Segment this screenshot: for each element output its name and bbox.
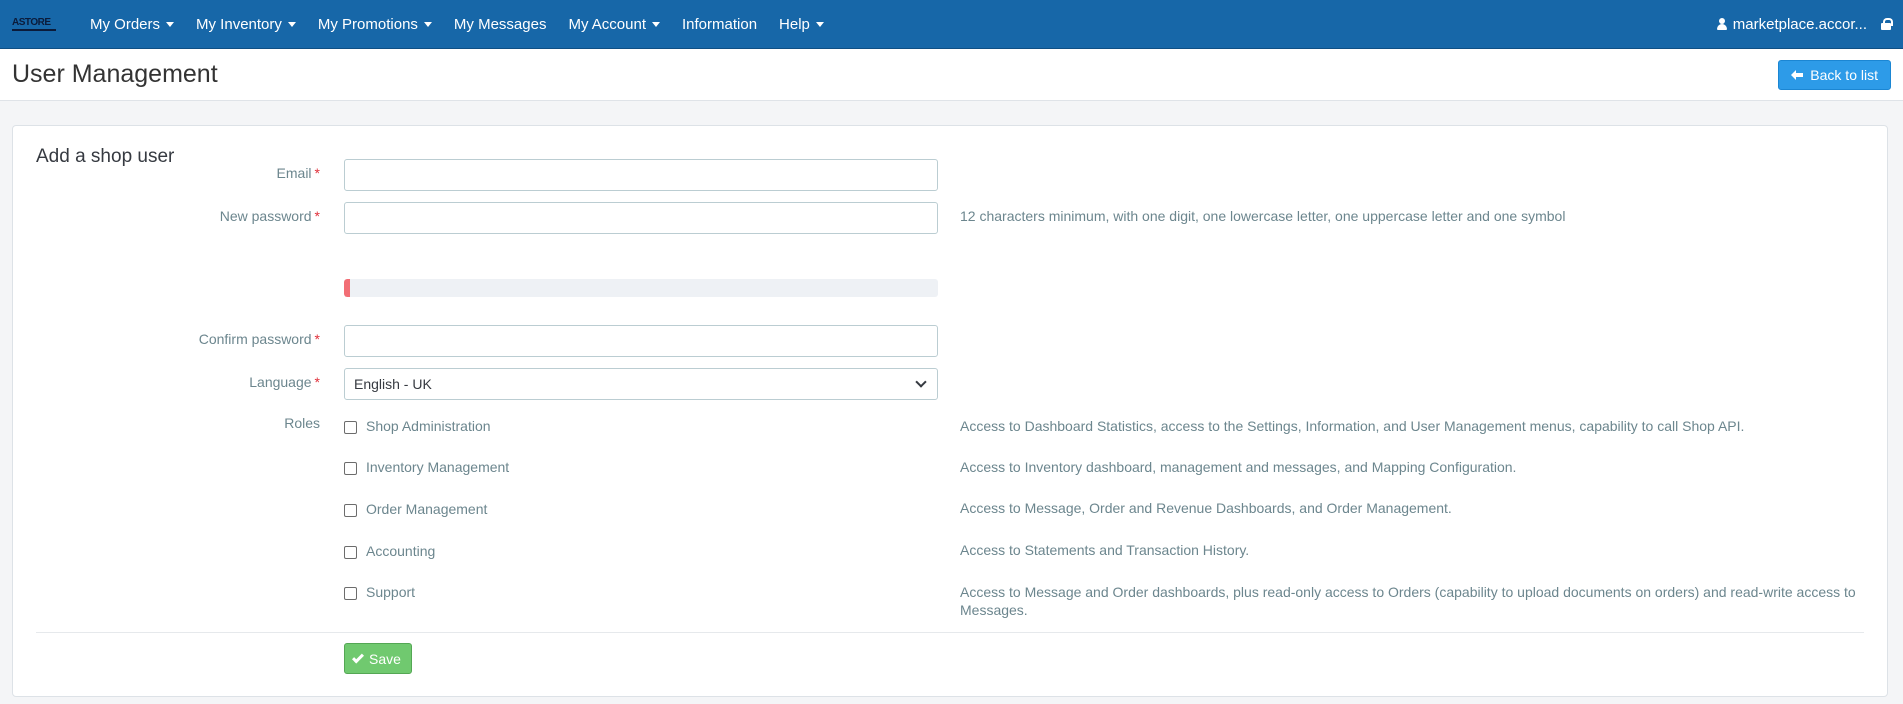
caret-down-icon [166,21,175,27]
nav-item-label: My Orders [90,15,161,33]
confirm-password-label: Confirm password * [198,331,320,347]
role-accounting: Accounting [344,543,435,559]
role-checkbox[interactable] [344,503,357,517]
role-name: Order Management [366,501,488,517]
password-strength-fill [344,279,350,297]
role-description: Access to Dashboard Statistics, access t… [960,418,1745,434]
language-label: Language * [249,374,320,390]
language-select[interactable]: English - UK [344,368,938,400]
nav-my-orders[interactable]: My Orders [90,15,175,33]
role-checkbox[interactable] [344,545,357,559]
arrow-left-icon [1791,69,1804,80]
required-mark: * [314,331,320,347]
required-mark: * [314,208,320,224]
chevron-down-icon [915,376,927,388]
caret-down-icon [815,21,824,27]
save-label: Save [369,650,401,667]
save-button[interactable]: Save [344,643,412,674]
role-description: Access to Inventory dashboard, managemen… [960,459,1517,475]
page-title: User Management [12,60,218,88]
required-mark: * [314,165,320,181]
new-password-label: New password * [219,208,320,224]
nav-my-messages[interactable]: My Messages [454,16,547,33]
user-icon [1716,18,1727,30]
store-logo[interactable]: ASTORE [12,13,60,35]
nav-item-label: My Messages [453,15,547,33]
nav-information[interactable]: Information [682,16,757,33]
caret-down-icon [287,21,296,27]
role-checkbox[interactable] [344,420,357,434]
back-to-list-label: Back to list [1810,66,1878,83]
role-inventory-management: Inventory Management [344,459,509,475]
nav-item-label: Help [779,15,810,33]
email-field[interactable] [344,159,938,191]
roles-label: Roles [284,415,320,431]
role-description: Access to Message and Order dashboards, … [960,584,1856,618]
role-checkbox[interactable] [344,461,357,475]
new-password-field[interactable] [344,202,938,234]
role-checkbox[interactable] [344,586,357,600]
lock-icon[interactable] [1881,18,1893,30]
role-description: Access to Statements and Transaction His… [960,542,1250,558]
page-header: User Management Back to list [0,49,1903,101]
nav-my-inventory[interactable]: My Inventory [196,16,296,33]
password-strength-bar [344,279,938,297]
role-shop-administration: Shop Administration [344,418,491,434]
top-navbar: ASTORE My Orders My Inventory My Promoti… [0,0,1903,49]
confirm-password-field[interactable] [344,325,938,357]
user-name: marketplace.accor... [1732,15,1867,33]
nav-help[interactable]: Help [779,16,824,33]
nav-item-label: My Inventory [196,15,282,33]
check-icon [351,650,365,664]
user-menu[interactable]: marketplace.accor... [1716,15,1893,33]
role-name: Shop Administration [366,418,491,434]
panel-title: Add a shop user [36,146,175,167]
nav-item-label: My Account [568,15,646,33]
password-help-text: 12 characters minimum, with one digit, o… [960,208,1566,224]
role-name: Accounting [366,543,436,559]
nav-item-label: Information [682,15,758,33]
role-description: Access to Message, Order and Revenue Das… [960,500,1452,516]
caret-down-icon [423,21,432,27]
language-value: English - UK [354,376,432,392]
role-name: Support [366,584,416,600]
role-support: Support [344,584,415,600]
logo-text: ASTORE [12,16,51,28]
role-order-management: Order Management [344,501,487,517]
nav-my-promotions[interactable]: My Promotions [318,16,432,33]
back-to-list-button[interactable]: Back to list [1778,59,1891,90]
required-mark: * [314,374,320,390]
email-label: Email * [276,165,320,181]
nav-my-account[interactable]: My Account [568,16,660,33]
main-menu: My Orders My Inventory My Promotions My … [90,16,846,33]
role-name: Inventory Management [366,459,510,475]
caret-down-icon [652,21,660,27]
form-divider [36,632,1864,633]
add-user-panel: Add a shop user Email * New password * 12 … [12,125,1888,697]
logo-underline [12,28,56,31]
nav-item-label: My Promotions [317,15,418,33]
